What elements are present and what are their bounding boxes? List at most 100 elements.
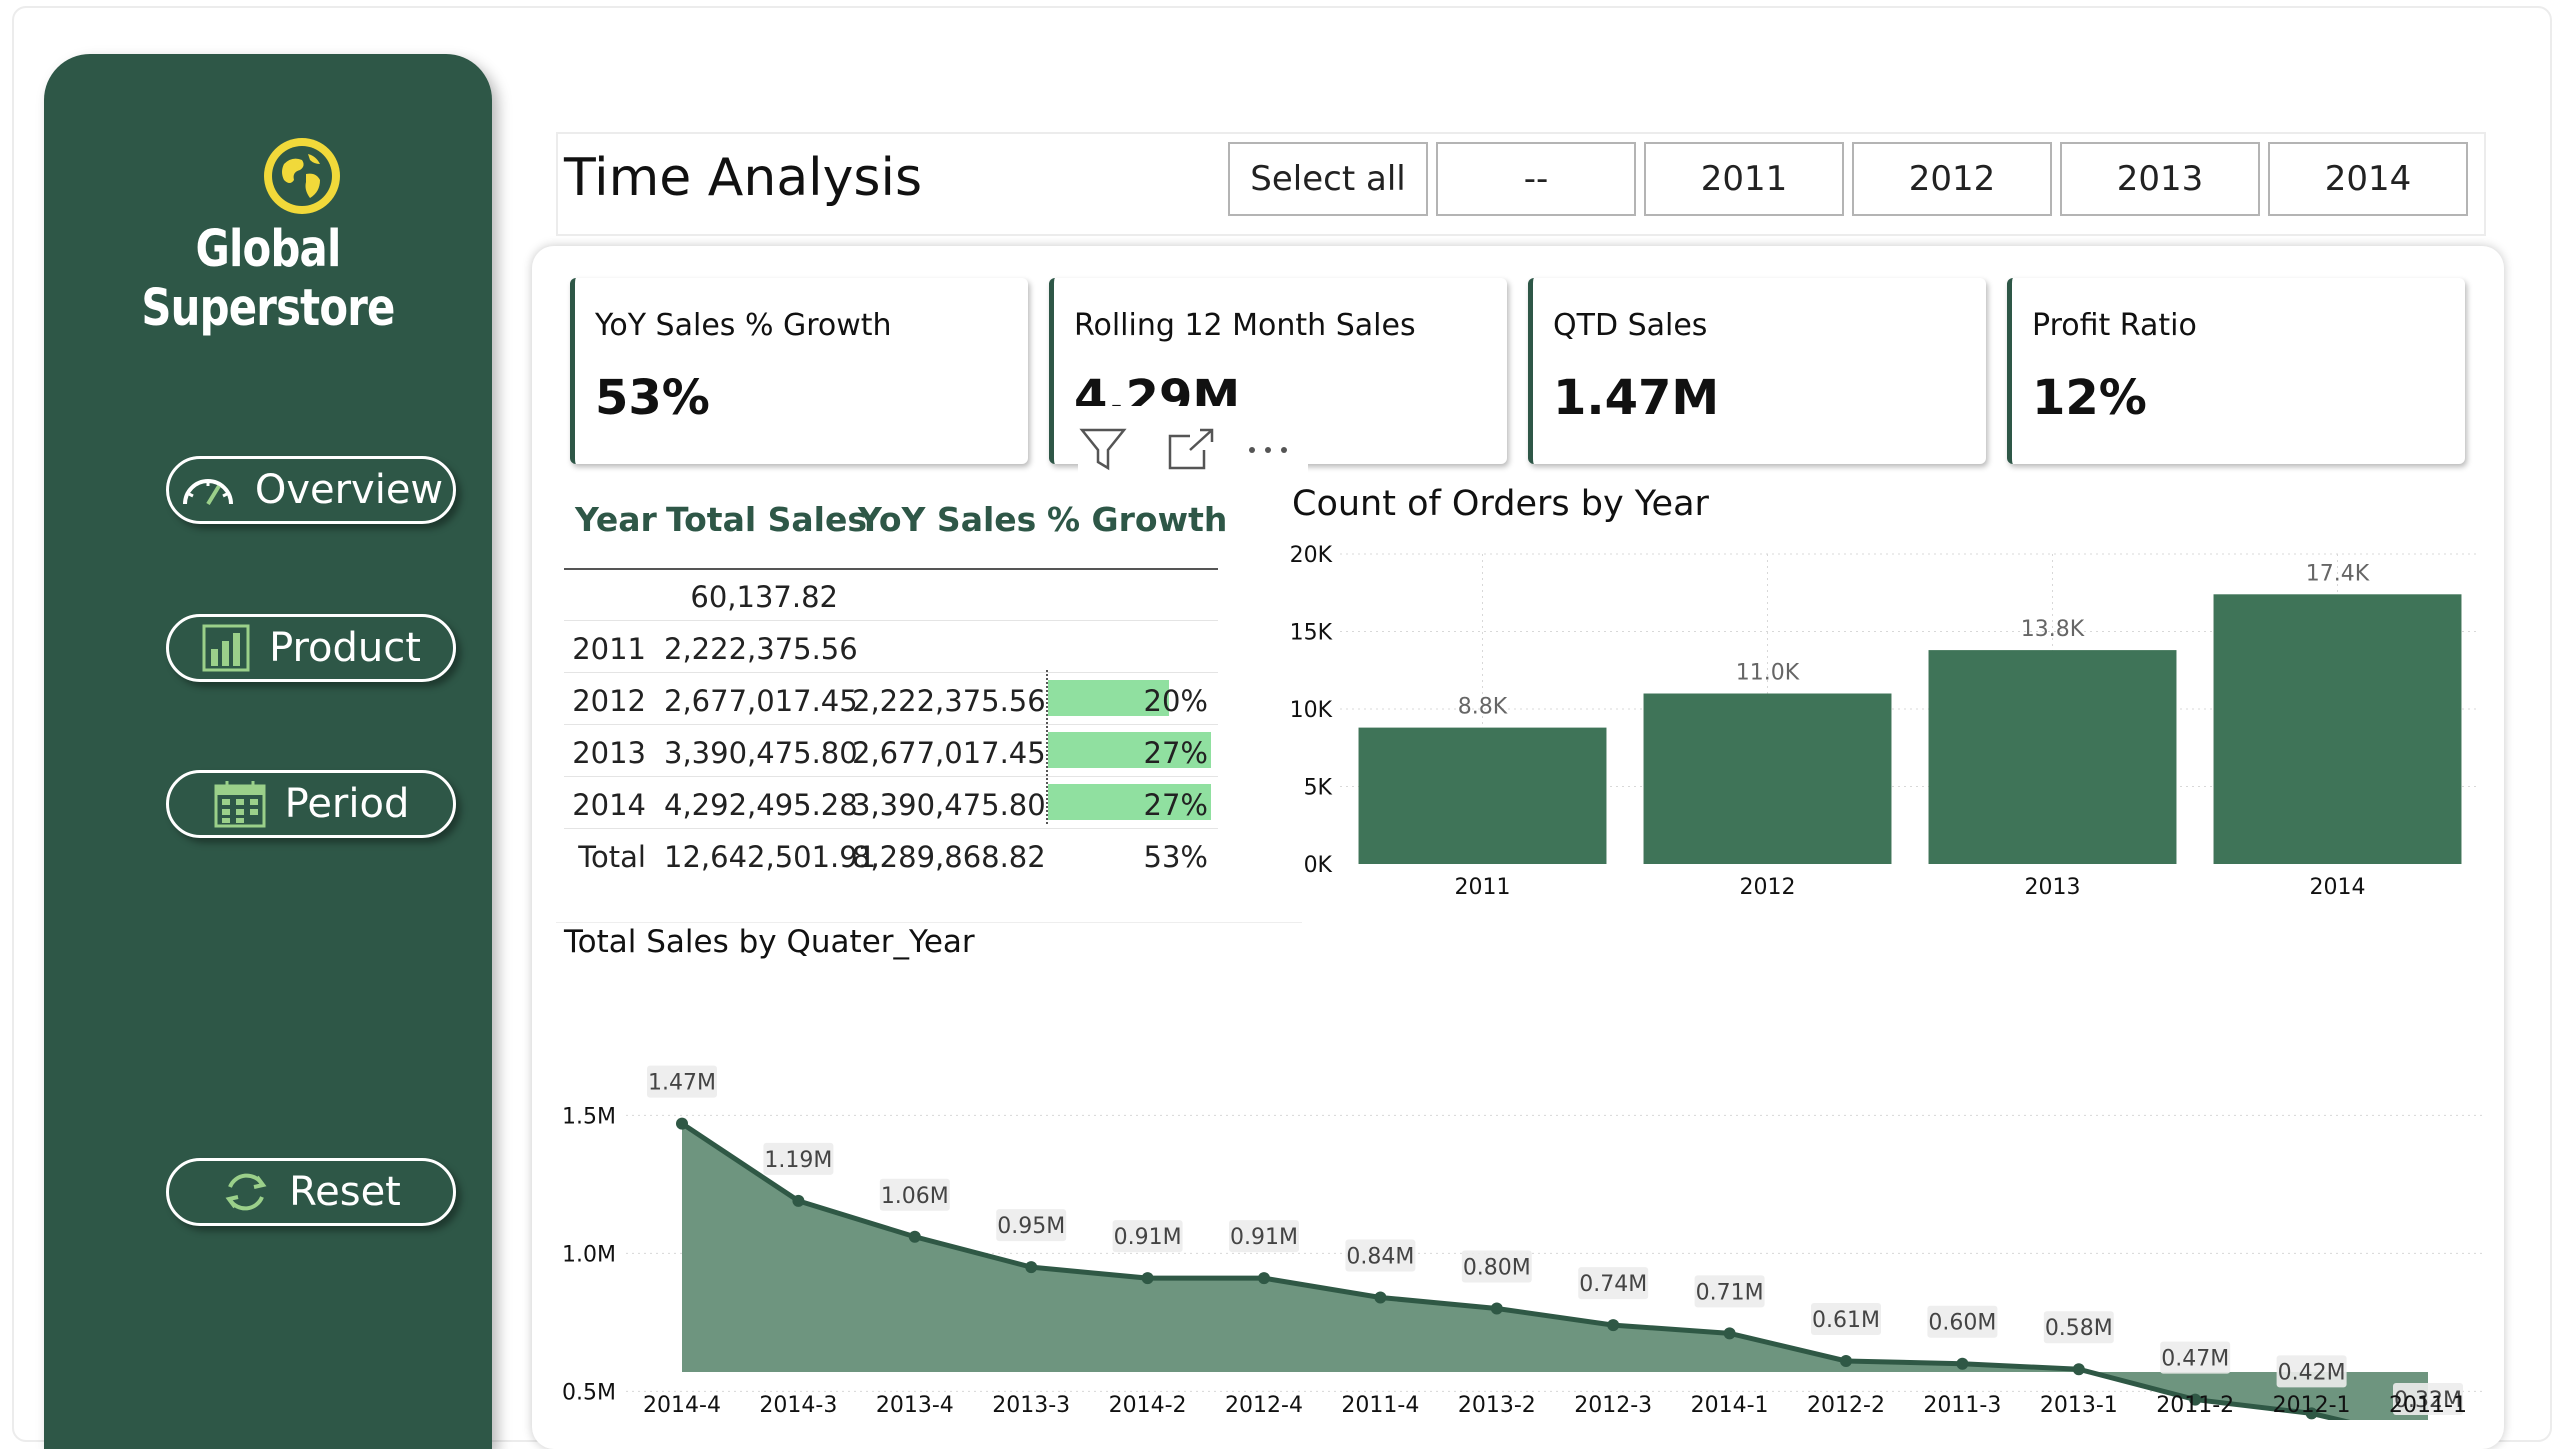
data-label: 1.47M [648,1071,716,1096]
slicer-2014[interactable]: 2014 [2268,142,2468,216]
data-point-2013-2[interactable] [1490,1302,1503,1315]
slicer-2013[interactable]: 2013 [2060,142,2260,216]
bar-2013[interactable] [1928,650,2177,864]
sales-by-quarter-chart: 0.5M 1.0M 1.5M 1.47M 2014-4 1.19M 2014-3 1.06M 2… [562,1065,2486,1420]
kpi-value: 12% [2032,370,2147,426]
col-header-yoy-sales[interactable]: YoY Sales [858,500,1036,539]
bar-2011[interactable] [1358,727,1607,864]
period-label: Period [284,781,410,827]
row-divider [564,620,1218,621]
data-point-2013-4[interactable] [908,1230,921,1243]
bar-data-label: 8.8K [1458,695,1508,720]
more-options-icon[interactable] [1249,447,1287,453]
data-point-2012-2[interactable] [1840,1354,1852,1367]
x-tick-label: 2011-1 [2389,1393,2467,1418]
row-divider [564,724,1218,725]
data-label: 0.71M [1696,1280,1764,1305]
growth-bar-axis [1046,670,1048,824]
slicer-2012[interactable]: 2012 [1852,142,2052,216]
calendar-icon [214,781,266,828]
period-button[interactable]: Period [166,770,456,838]
data-point-2014-1[interactable] [1723,1327,1736,1340]
slicer-select-all[interactable]: Select all [1228,142,1428,216]
row-divider [564,672,1218,673]
bar-2012[interactable] [1643,693,1892,865]
x-tick-label: 2013-4 [876,1393,954,1418]
x-tick-label: 2013-1 [2040,1393,2118,1418]
y-tick-label: 0K [1304,853,1333,878]
area-chart-title: Total Sales by Quater_Year [564,924,975,960]
kpi-card-profit-ratio[interactable]: Profit Ratio 12% [2007,278,2465,464]
x-tick-label: 2012-3 [1574,1393,1652,1418]
col-header-total-sales[interactable]: Total Sales [666,500,867,539]
data-point-2012-3[interactable] [1607,1319,1620,1332]
x-tick-label: 2014-1 [1691,1393,1769,1418]
data-label: 0.84M [1346,1244,1414,1269]
kpi-label: QTD Sales [1553,308,1708,343]
y-tick-label: 5K [1304,776,1333,801]
cell-grand-total-sales: 12,642,501.91 [664,840,877,874]
data-point-2011-4[interactable] [1374,1291,1387,1304]
data-label: 0.42M [2278,1360,2346,1385]
cell-grand-total-growth: 53% [1143,840,1208,874]
cell-total-sales: 4,292,495.28 [664,788,858,822]
data-point-2011-3[interactable] [1956,1357,1969,1370]
kpi-value: 53% [595,370,710,426]
x-tick-label: 2014 [2310,875,2366,900]
product-button[interactable]: Product [166,614,456,682]
table-header-rule [564,568,1218,570]
cell-grand-total-yoy: 8,289,868.82 [852,840,1046,874]
data-point-2012-4[interactable] [1258,1272,1270,1285]
data-label: 0.95M [997,1214,1065,1239]
visual-header-toolbar [1078,420,1308,476]
overview-button[interactable]: Overview [166,456,456,524]
x-tick-label: 2013-2 [1458,1393,1536,1418]
reset-label: Reset [289,1169,401,1215]
data-point-2014-4[interactable] [676,1117,688,1130]
data-point-2013-1[interactable] [2072,1363,2085,1376]
data-label: 0.80M [1463,1256,1531,1281]
bar-2014[interactable] [2213,594,2462,864]
data-label: 0.91M [1114,1225,1182,1250]
slicer-2011[interactable]: 2011 [1644,142,1844,216]
data-point-2014-3[interactable] [792,1194,805,1207]
kpi-value: 4.29M [1074,370,1241,406]
cell-year: 2013 [572,736,646,770]
cell-total-label: Total [578,840,646,874]
data-label: 1.19M [764,1148,832,1173]
kpi-value-clip: 4.29M [1054,278,1507,406]
bar-data-label: 17.4K [2306,561,2370,586]
reset-button[interactable]: Reset [166,1158,456,1226]
slicer-blank[interactable]: -- [1436,142,1636,216]
kpi-card-yoy-growth[interactable]: YoY Sales % Growth 53% [570,278,1028,464]
kpi-card-qtd-sales[interactable]: QTD Sales 1.47M [1528,278,1986,464]
kpi-value: 1.47M [1553,370,1720,426]
y-tick-label: 15K [1290,621,1333,646]
data-label: 0.60M [1928,1311,1996,1336]
focus-mode-icon[interactable] [1168,428,1214,470]
data-point-2014-2[interactable] [1141,1272,1154,1285]
row-divider [564,776,1218,777]
gauge-icon [182,479,233,506]
x-tick-label: 2011-2 [2156,1393,2234,1418]
data-point-2013-3[interactable] [1025,1261,1038,1274]
cell-yoy-sales: 3,390,475.80 [852,788,1046,822]
x-tick-label: 2014-2 [1109,1393,1187,1418]
data-label: 0.74M [1579,1272,1647,1297]
area-fill [682,1123,2428,1420]
bar-chart-title: Count of Orders by Year [1292,484,1709,524]
data-label: 0.91M [1230,1225,1298,1250]
cell-yoy-sales: 2,222,375.56 [852,684,1046,718]
filter-icon[interactable] [1079,428,1127,471]
product-label: Product [269,625,421,671]
orders-by-year-chart: 0K 5K 10K 15K 20K 8.8K 2011 11.0K 2012 13.8K 2013 1… [1290,543,2480,900]
sidebar: Global Superstore Overview Product Perio… [44,54,492,1449]
x-tick-label: 2014-3 [759,1393,837,1418]
col-header-growth[interactable]: % Growth [1047,500,1227,539]
cell-growth: 27% [1143,788,1208,822]
cell-total-sales: 2,222,375.56 [664,632,858,666]
data-label: 1.06M [881,1184,949,1209]
cell-total-sales: 3,390,475.80 [664,736,858,770]
col-header-year[interactable]: Year [575,500,657,539]
x-tick-label: 2013 [2025,875,2081,900]
